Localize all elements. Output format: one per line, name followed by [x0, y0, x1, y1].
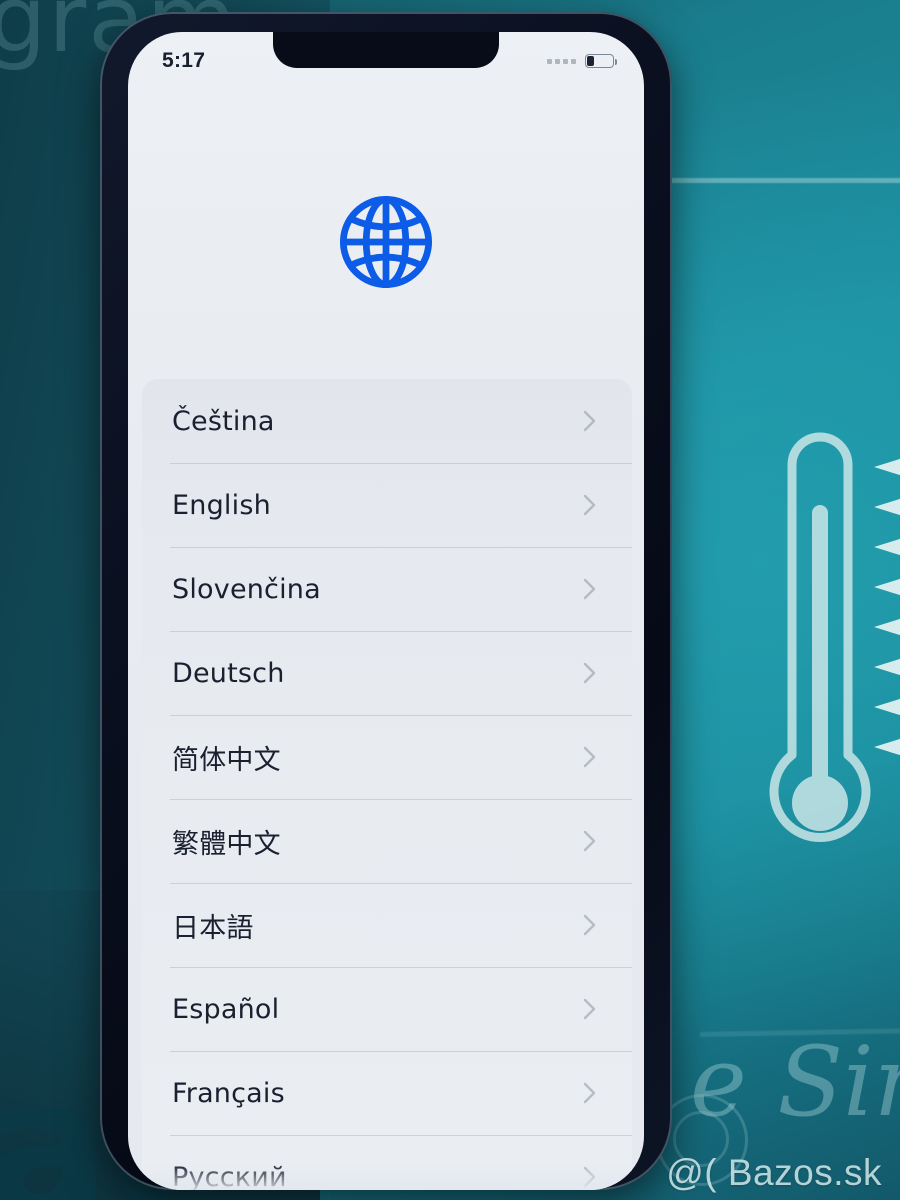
language-row-simplified-chinese[interactable]: 简体中文 [142, 715, 632, 799]
chevron-right-icon [583, 410, 596, 432]
language-label: 简体中文 [172, 744, 281, 776]
language-row-traditional-chinese[interactable]: 繁體中文 [142, 799, 632, 883]
language-label: Español [172, 993, 280, 1025]
background-rule-line [660, 178, 900, 183]
chevron-right-icon [583, 578, 596, 600]
chevron-right-icon [583, 914, 596, 936]
language-row-cestina[interactable]: Čeština [142, 379, 632, 463]
language-row-espanol[interactable]: Español [142, 967, 632, 1051]
language-row-slovencina[interactable]: Slovenčina [142, 547, 632, 631]
language-row-deutsch[interactable]: Deutsch [142, 631, 632, 715]
chevron-right-icon [583, 830, 596, 852]
language-label: Deutsch [172, 657, 285, 689]
phone-screen: 5:17 Čeština English Slovenčina Deutsch … [128, 32, 644, 1190]
globe-icon [339, 195, 433, 289]
chevron-right-icon [583, 998, 596, 1020]
globe-logo-container [128, 190, 644, 294]
language-label: Čeština [172, 405, 275, 437]
language-label: 繁體中文 [172, 828, 281, 860]
battery-icon [585, 54, 617, 68]
thermometer-scale-ticks [874, 458, 900, 756]
language-label: Slovenčina [172, 573, 321, 605]
chevron-right-icon [583, 662, 596, 684]
chevron-right-icon [583, 494, 596, 516]
status-bar: 5:17 [128, 32, 644, 84]
language-list: Čeština English Slovenčina Deutsch 简体中文 [142, 379, 632, 1190]
language-row-japanese[interactable]: 日本語 [142, 883, 632, 967]
product-photo: gram ac e Sim 5:17 [0, 0, 900, 1200]
signal-strength-icon [547, 58, 576, 64]
language-row-english[interactable]: English [142, 463, 632, 547]
status-bar-indicators [547, 54, 617, 68]
smartphone-device: 5:17 Čeština English Slovenčina Deutsch … [100, 12, 672, 1190]
screen-bottom-fade [128, 1164, 644, 1190]
battery-fill-level [587, 56, 595, 66]
language-label: Français [172, 1077, 285, 1109]
status-bar-time: 5:17 [162, 49, 206, 72]
language-row-francais[interactable]: Français [142, 1051, 632, 1135]
watermark: @( Bazos.sk [666, 1152, 882, 1193]
chevron-right-icon [583, 746, 596, 768]
language-label: English [172, 489, 271, 521]
language-label: 日本語 [172, 912, 254, 944]
chevron-right-icon [583, 1082, 596, 1104]
